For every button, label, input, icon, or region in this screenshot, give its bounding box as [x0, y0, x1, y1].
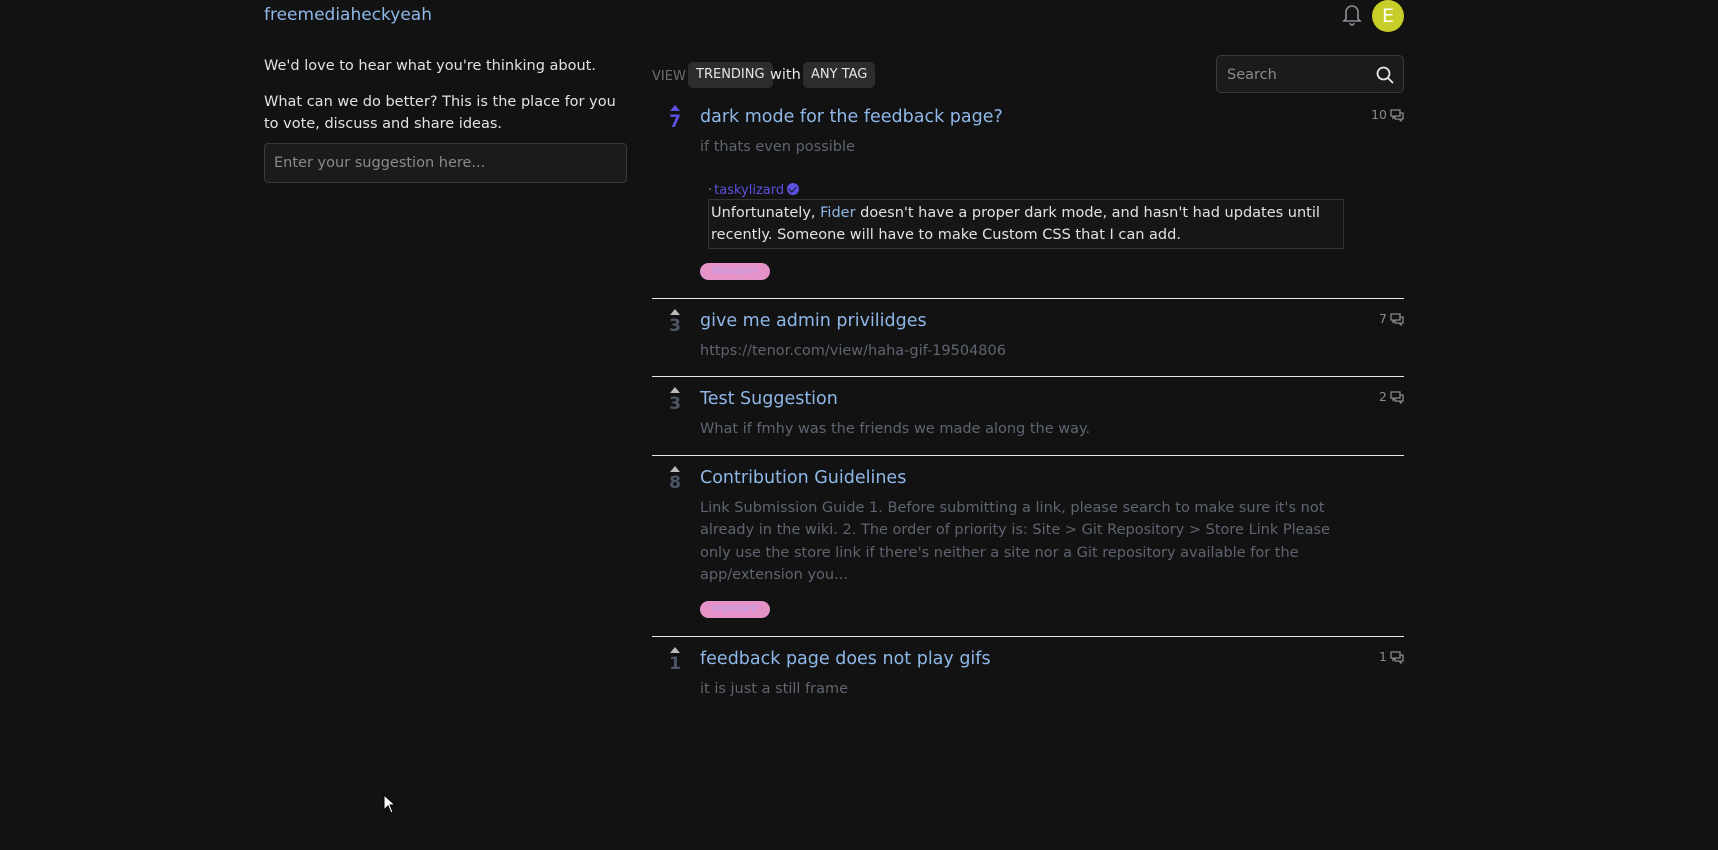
- vote-button[interactable]: 1: [660, 646, 690, 674]
- search-icon[interactable]: [1375, 65, 1395, 85]
- vote-count: 3: [669, 394, 681, 414]
- post-tag[interactable]: discussion: [700, 262, 770, 280]
- with-label: with: [770, 67, 801, 83]
- post-item: 3 give me admin privilidges https://tenor.…: [652, 299, 1404, 377]
- vote-button[interactable]: 3: [660, 387, 690, 413]
- comment-count-value: 7: [1379, 310, 1387, 326]
- vote-button[interactable]: 3: [660, 308, 690, 336]
- search-box: [1216, 55, 1404, 94]
- comment-count: 10: [1371, 107, 1404, 123]
- comment-icon: [1387, 311, 1404, 327]
- comment-count-value: 10: [1371, 107, 1387, 122]
- post-list: 7 dark mode for the feedback page? if that…: [652, 95, 1404, 714]
- post-item: 3 Test Suggestion What if fmhy was the fri…: [652, 377, 1404, 456]
- upvote-arrow-icon[interactable]: [670, 465, 680, 472]
- upvote-arrow-icon[interactable]: [670, 646, 680, 653]
- vote-button[interactable]: 7: [660, 105, 690, 131]
- vote-count: 7: [669, 112, 681, 132]
- post-title-link[interactable]: give me admin privilidges: [700, 309, 927, 333]
- vote-button[interactable]: 8: [660, 465, 690, 493]
- comment-count: 7: [1379, 310, 1404, 327]
- view-filter-dropdown[interactable]: TRENDING: [688, 62, 773, 88]
- upvote-arrow-icon[interactable]: [670, 387, 680, 393]
- post-description: https://tenor.com/view/haha-gif-19504806: [700, 342, 1006, 359]
- comment-icon: [1387, 649, 1404, 665]
- post-list-section: VIEW TRENDING with ANY TAG 7 dark mode fo…: [652, 55, 1404, 714]
- post-description: Link Submission Guide 1. Before submitti…: [700, 499, 1330, 584]
- separator-dot: ·: [708, 182, 713, 198]
- avatar[interactable]: E: [1372, 0, 1404, 32]
- vote-count: 3: [669, 315, 681, 336]
- search-input[interactable]: [1225, 56, 1369, 94]
- filter-bar: VIEW TRENDING with ANY TAG: [652, 55, 1404, 95]
- tag-filter-dropdown[interactable]: ANY TAG: [803, 62, 876, 88]
- comment-icon: [1387, 107, 1404, 123]
- comment-count-value: 2: [1379, 389, 1387, 404]
- post-item: 7 dark mode for the feedback page? if that…: [652, 95, 1404, 299]
- post-title-link[interactable]: feedback page does not play gifs: [700, 647, 991, 671]
- post-title-link[interactable]: Contribution Guidelines: [700, 466, 906, 490]
- welcome-description: What can we do better? This is the place…: [264, 94, 616, 132]
- upvote-arrow-icon[interactable]: [670, 105, 680, 111]
- response-text: Unfortunately, Fider doesn't have a prop…: [708, 198, 1344, 249]
- vote-count: 8: [669, 472, 681, 493]
- sidebar: We'd love to hear what you're thinking a…: [264, 55, 627, 183]
- comment-count: 1: [1379, 648, 1404, 665]
- post-response: · taskylizard Unfortunately, Fider doesn't…: [708, 182, 1344, 249]
- post-description: What if fmhy was the friends we made alo…: [700, 421, 1091, 437]
- bell-icon[interactable]: [1341, 2, 1363, 26]
- verified-badge-icon: [787, 182, 800, 195]
- comment-count: 2: [1379, 389, 1404, 405]
- response-text-part: Unfortunately,: [711, 204, 821, 221]
- comment-count-value: 1: [1379, 648, 1387, 664]
- post-description: if thats even possible: [700, 139, 855, 155]
- comment-icon: [1387, 389, 1404, 405]
- upvote-arrow-icon[interactable]: [670, 308, 680, 315]
- view-label: VIEW: [652, 69, 686, 84]
- vote-count: 1: [669, 653, 681, 674]
- post-title-link[interactable]: Test Suggestion: [700, 387, 838, 411]
- fider-link[interactable]: Fider: [820, 205, 855, 221]
- post-title-link[interactable]: dark mode for the feedback page?: [700, 105, 1003, 129]
- post-tag[interactable]: important: [700, 600, 770, 618]
- response-author-name[interactable]: taskylizard: [714, 183, 784, 198]
- mouse-cursor-icon: [383, 793, 397, 818]
- welcome-message: We'd love to hear what you're thinking a…: [264, 58, 596, 74]
- header: freemediaheckyeah E: [264, 0, 1404, 34]
- site-title[interactable]: freemediaheckyeah: [264, 5, 432, 25]
- post-item: 1 feedback page does not play gifs it is j…: [652, 637, 1404, 715]
- post-description: it is just a still frame: [700, 680, 849, 697]
- post-item: 8 Contribution Guidelines Link Submission …: [652, 456, 1404, 637]
- suggestion-input[interactable]: [264, 143, 627, 183]
- response-author: · taskylizard: [708, 182, 1344, 198]
